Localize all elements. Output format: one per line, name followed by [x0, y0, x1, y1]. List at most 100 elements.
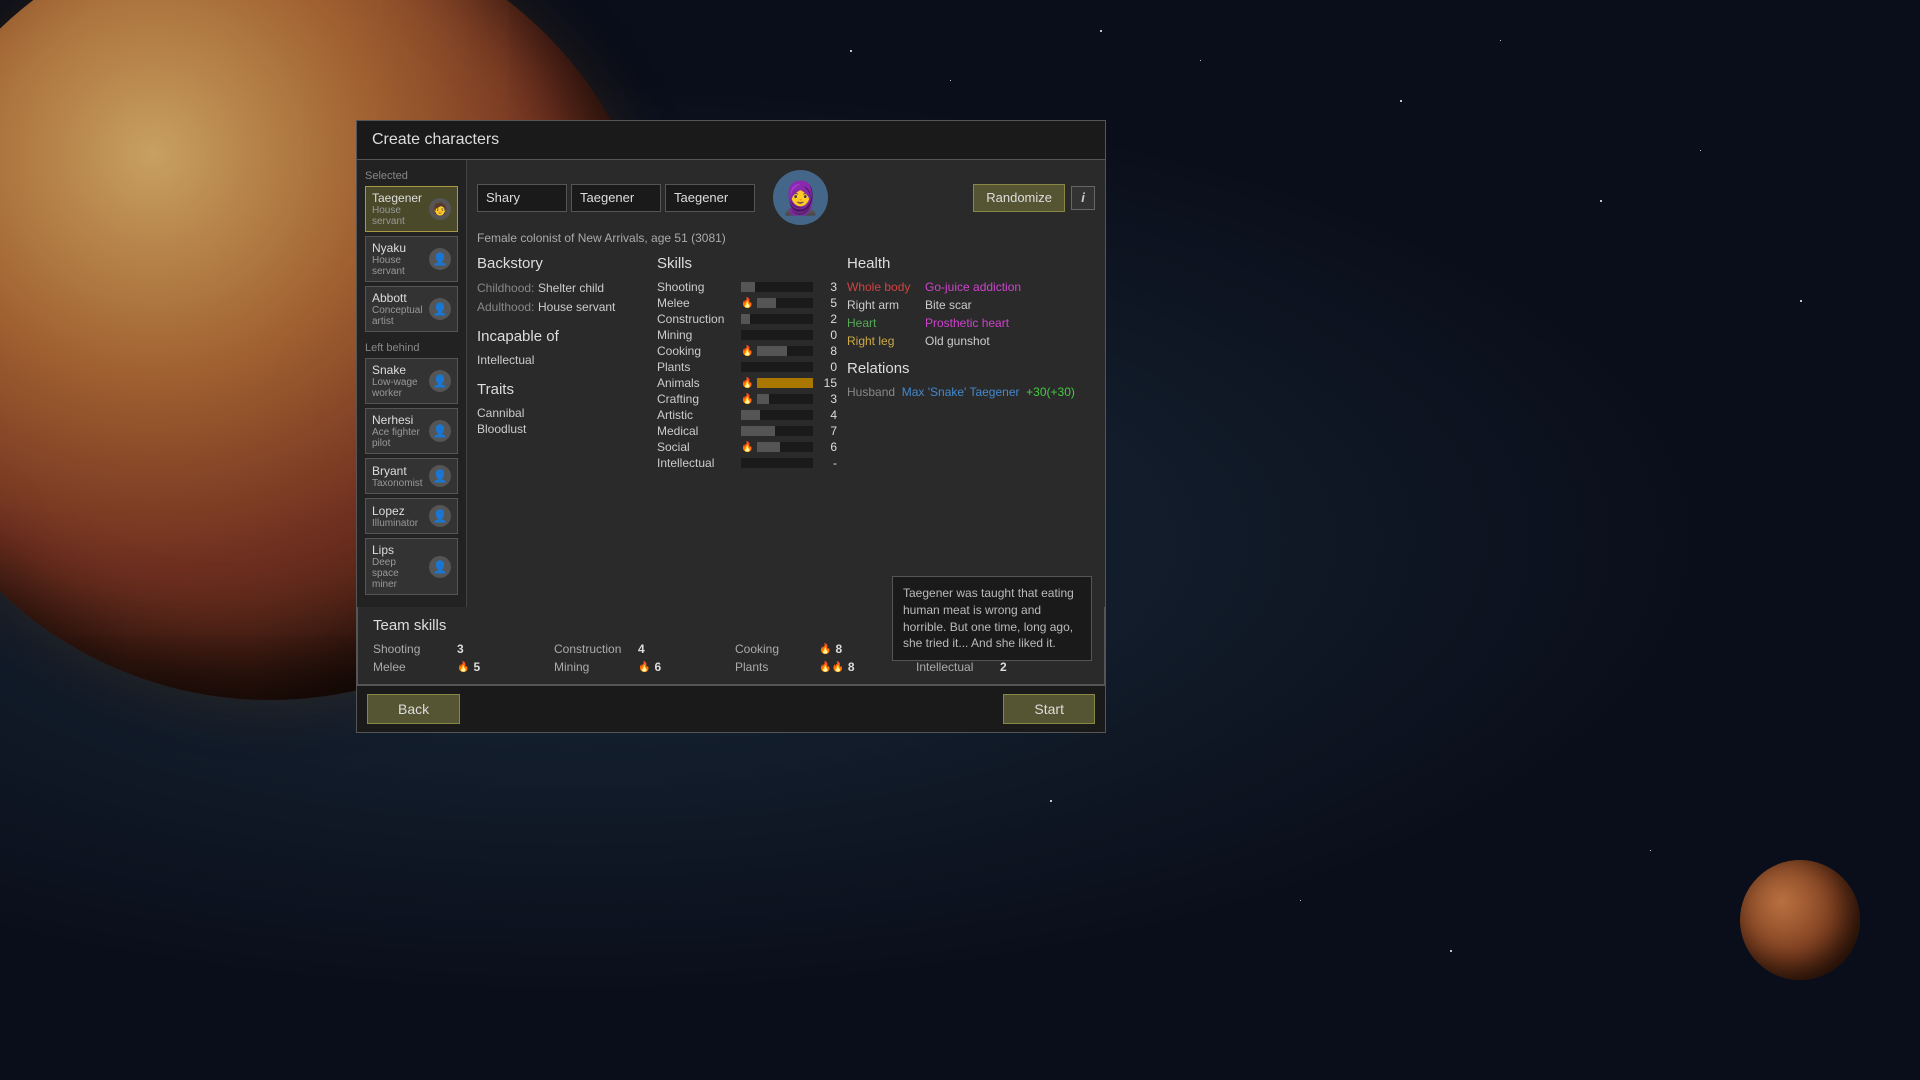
team-skill-melee: Melee 🔥 5	[373, 660, 546, 674]
character-portrait: 🧕	[773, 170, 828, 225]
backstory-title: Backstory	[477, 255, 647, 272]
start-button[interactable]: Start	[1003, 694, 1095, 724]
melee-team-fire-icon: 🔥	[457, 662, 469, 673]
relations-title: Relations	[847, 360, 1095, 377]
name-portrait-row: 🧕 Randomize i	[477, 170, 1095, 225]
char-item-taegener[interactable]: Taegener House servant 🧑	[365, 186, 458, 232]
avatar-nyaku: 👤	[429, 248, 451, 270]
left-behind-label: Left behind	[365, 342, 458, 354]
team-skill-construction: Construction 4	[554, 642, 727, 656]
skill-plants: Plants 0	[657, 360, 837, 374]
plants-team-fire-icon: 🔥🔥	[819, 662, 844, 673]
health-part-right-leg: Right leg	[847, 334, 917, 348]
create-characters-dialog: Create characters Selected Taegener Hous…	[356, 120, 1106, 733]
relations-section: Relations Husband Max 'Snake' Taegener +…	[847, 360, 1095, 399]
incapable-intellectual: Intellectual	[477, 353, 647, 367]
avatar-lopez: 👤	[429, 505, 451, 527]
char-item-abbott[interactable]: Abbott Conceptual artist 👤	[365, 286, 458, 332]
main-content: 🧕 Randomize i Female colonist of New Arr…	[467, 160, 1105, 607]
childhood-value: Shelter child	[538, 281, 604, 295]
childhood-label: Childhood:	[477, 281, 534, 295]
last-name-input[interactable]	[665, 184, 755, 212]
health-part-right-arm: Right arm	[847, 298, 917, 312]
traits-title: Traits	[477, 381, 647, 398]
skill-intellectual: Intellectual -	[657, 456, 837, 470]
skill-crafting: Crafting 🔥 3	[657, 392, 837, 406]
randomize-button[interactable]: Randomize	[973, 184, 1065, 212]
avatar-taegener: 🧑	[429, 198, 451, 220]
health-title: Health	[847, 255, 1095, 272]
skill-animals: Animals 🔥 15	[657, 376, 837, 390]
dialog-body: Selected Taegener House servant 🧑 Nyaku …	[357, 160, 1105, 607]
health-condition-old-gunshot: Old gunshot	[925, 334, 990, 348]
avatar-bryant: 👤	[429, 465, 451, 487]
health-right-leg: Right leg Old gunshot	[847, 334, 1095, 348]
bloodlust-tooltip: Taegener was taught that eating human me…	[892, 576, 1092, 661]
cooking-fire-icon: 🔥	[741, 346, 753, 357]
char-item-lips[interactable]: Lips Deep space miner 👤	[365, 538, 458, 595]
char-item-nyaku[interactable]: Nyaku House servant 👤	[365, 236, 458, 282]
skill-medical: Medical 7	[657, 424, 837, 438]
character-description: Female colonist of New Arrivals, age 51 …	[477, 231, 1095, 245]
trait-cannibal: Cannibal	[477, 406, 647, 420]
crafting-fire-icon: 🔥	[741, 394, 753, 405]
trait-bloodlust: Bloodlust	[477, 422, 647, 436]
name-inputs-group	[477, 184, 755, 212]
relation-husband: Husband Max 'Snake' Taegener +30(+30)	[847, 385, 1095, 399]
avatar-abbott: 👤	[429, 298, 451, 320]
adulthood-label: Adulthood:	[477, 300, 534, 314]
health-whole-body: Whole body Go-juice addiction	[847, 280, 1095, 294]
cooking-team-fire-icon: 🔥	[819, 644, 831, 655]
skill-mining: Mining 0	[657, 328, 837, 342]
social-fire-icon: 🔥	[741, 442, 753, 453]
health-part-whole-body: Whole body	[847, 280, 917, 294]
dialog-title-text: Create characters	[372, 131, 499, 148]
team-skill-mining: Mining 🔥 6	[554, 660, 727, 674]
middle-name-input[interactable]	[571, 184, 661, 212]
animals-fire-icon: 🔥	[741, 378, 753, 389]
avatar-snake: 👤	[429, 370, 451, 392]
health-heart: Heart Prosthetic heart	[847, 316, 1095, 330]
health-condition-bite-scar: Bite scar	[925, 298, 972, 312]
character-sidebar: Selected Taegener House servant 🧑 Nyaku …	[357, 160, 467, 607]
char-item-lopez[interactable]: Lopez Illuminator 👤	[365, 498, 458, 534]
skill-artistic: Artistic 4	[657, 408, 837, 422]
adulthood-value: House servant	[538, 300, 615, 314]
skills-title: Skills	[657, 255, 837, 272]
skill-shooting: Shooting 3	[657, 280, 837, 294]
char-item-nerhesi[interactable]: Nerhesi Ace fighter pilot 👤	[365, 408, 458, 454]
melee-fire-icon: 🔥	[741, 298, 753, 309]
health-right-arm: Right arm Bite scar	[847, 298, 1095, 312]
team-skill-plants: Plants 🔥🔥 8	[735, 660, 908, 674]
mining-team-fire-icon: 🔥	[638, 662, 650, 673]
skills-column: Skills Shooting 3 Melee 🔥 5 Constru	[657, 255, 837, 472]
health-condition-prosthetic-heart: Prosthetic heart	[925, 316, 1009, 330]
adulthood-row: Adulthood: House servant	[477, 299, 647, 314]
tooltip-text: Taegener was taught that eating human me…	[903, 586, 1074, 650]
right-column: Health Whole body Go-juice addiction Rig…	[847, 255, 1095, 472]
team-skill-intellectual: Intellectual 2	[916, 660, 1089, 674]
char-item-bryant[interactable]: Bryant Taxonomist 👤	[365, 458, 458, 494]
dialog-title: Create characters	[357, 121, 1105, 160]
dialog-footer: Back Start	[357, 685, 1105, 732]
right-buttons: Randomize i	[973, 184, 1095, 212]
three-columns: Backstory Childhood: Shelter child Adult…	[477, 255, 1095, 472]
team-skill-cooking: Cooking 🔥 8	[735, 642, 908, 656]
selected-label: Selected	[365, 170, 458, 182]
avatar-lips: 👤	[429, 556, 451, 578]
childhood-row: Childhood: Shelter child	[477, 280, 647, 295]
skill-social: Social 🔥 6	[657, 440, 837, 454]
skill-construction: Construction 2	[657, 312, 837, 326]
avatar-nerhesi: 👤	[429, 420, 451, 442]
team-skill-shooting: Shooting 3	[373, 642, 546, 656]
health-part-heart: Heart	[847, 316, 917, 330]
char-item-snake[interactable]: Snake Low-wage worker 👤	[365, 358, 458, 404]
info-button[interactable]: i	[1071, 186, 1095, 210]
skill-melee: Melee 🔥 5	[657, 296, 837, 310]
first-name-input[interactable]	[477, 184, 567, 212]
health-condition-go-juice: Go-juice addiction	[925, 280, 1021, 294]
skill-cooking: Cooking 🔥 8	[657, 344, 837, 358]
incapable-title: Incapable of	[477, 328, 647, 345]
back-button[interactable]: Back	[367, 694, 460, 724]
left-column: Backstory Childhood: Shelter child Adult…	[477, 255, 647, 472]
